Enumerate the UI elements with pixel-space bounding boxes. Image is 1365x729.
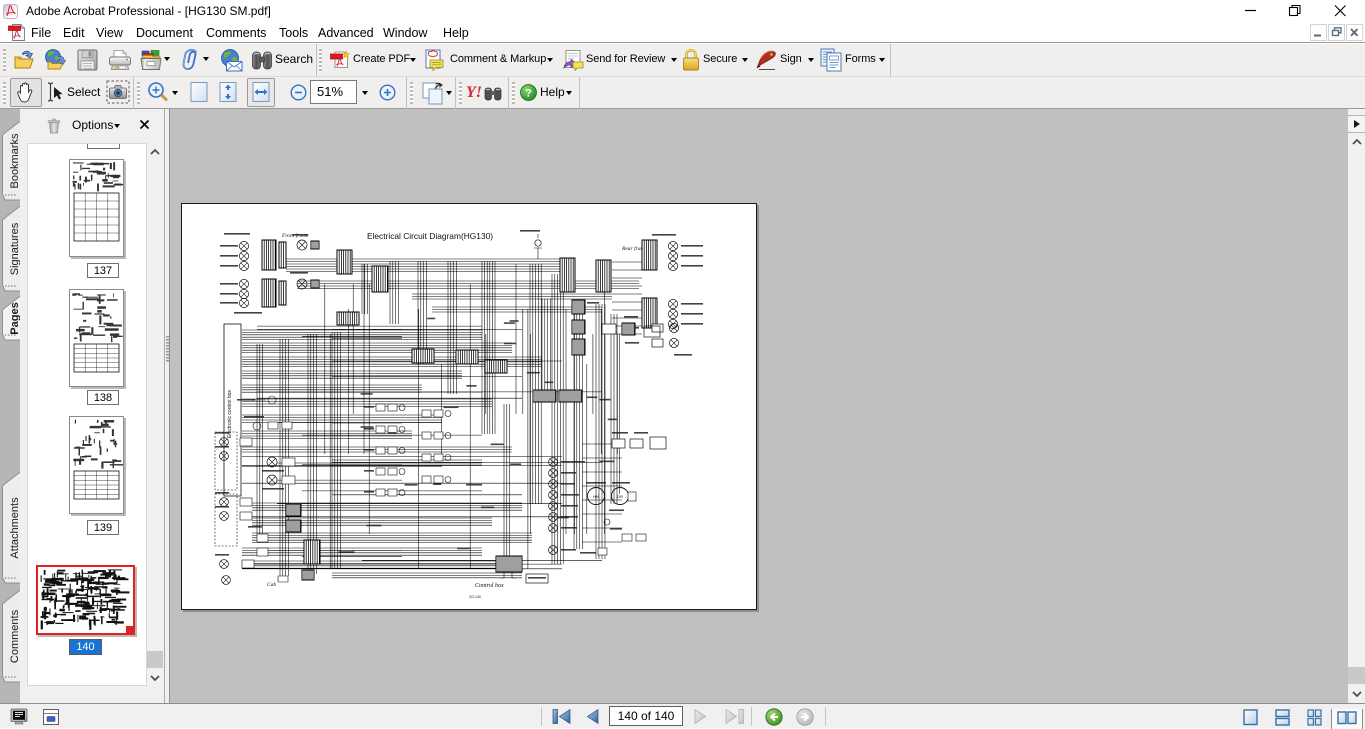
svg-text:DR: DR	[617, 494, 623, 499]
svg-text:ZG-140: ZG-140	[469, 595, 481, 599]
svg-text:?: ?	[525, 88, 532, 100]
svg-text:Control box: Control box	[475, 583, 504, 589]
svg-text:Electrical Circuit Diagram(HG1: Electrical Circuit Diagram(HG130)	[367, 231, 493, 241]
svg-text:Cab: Cab	[267, 582, 276, 588]
svg-text:Electronic control box: Electronic control box	[227, 390, 233, 438]
svg-text:HM: HM	[593, 494, 599, 499]
